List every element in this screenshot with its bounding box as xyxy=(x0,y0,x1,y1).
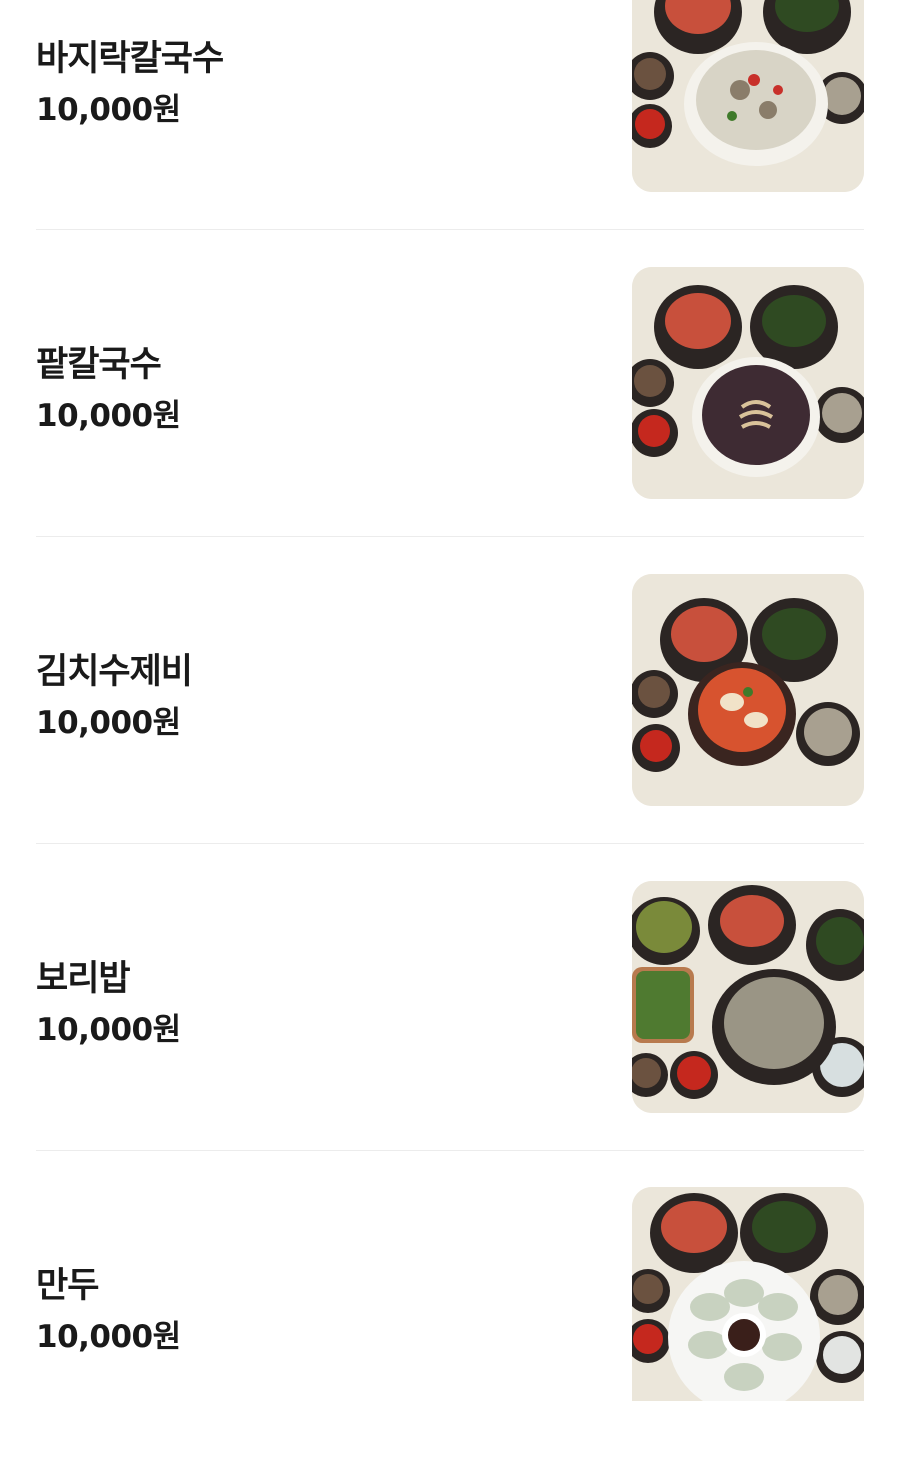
kimchi-sujebi-photo xyxy=(632,574,864,806)
menu-item-photo xyxy=(632,0,864,192)
menu-item-photo xyxy=(632,1187,864,1401)
menu-item-dumpling[interactable]: 만두 10,000원 xyxy=(0,1151,900,1457)
menu-item-price: 10,000원 xyxy=(36,1012,181,1048)
menu-item-name: 팥칼국수 xyxy=(36,345,162,385)
menu-item-name: 바지락칼국수 xyxy=(36,39,224,79)
menu-item-price: 10,000원 xyxy=(36,92,181,128)
dumpling-photo xyxy=(632,1187,864,1401)
menu-item-photo xyxy=(632,574,864,806)
menu-item-price: 10,000원 xyxy=(36,705,181,741)
menu-item-barley-rice[interactable]: 보리밥 10,000원 xyxy=(0,844,900,1150)
menu-item-photo xyxy=(632,881,864,1113)
menu-item-red-bean-kalguksu[interactable]: 팥칼국수 10,000원 xyxy=(0,230,900,536)
menu-item-price: 10,000원 xyxy=(36,398,181,434)
menu-item-name: 김치수제비 xyxy=(36,652,193,692)
barley-rice-photo xyxy=(632,881,864,1113)
clam-kalguksu-photo xyxy=(632,0,864,192)
red-bean-kalguksu-photo xyxy=(632,267,864,499)
menu-item-name: 만두 xyxy=(36,1266,99,1306)
menu-item-name: 보리밥 xyxy=(36,959,131,999)
menu-item-price: 10,000원 xyxy=(36,1319,181,1355)
menu-item-clam-kalguksu[interactable]: 바지락칼국수 10,000원 xyxy=(0,0,900,226)
menu-item-photo xyxy=(632,267,864,499)
menu-item-kimchi-sujebi[interactable]: 김치수제비 10,000원 xyxy=(0,537,900,843)
